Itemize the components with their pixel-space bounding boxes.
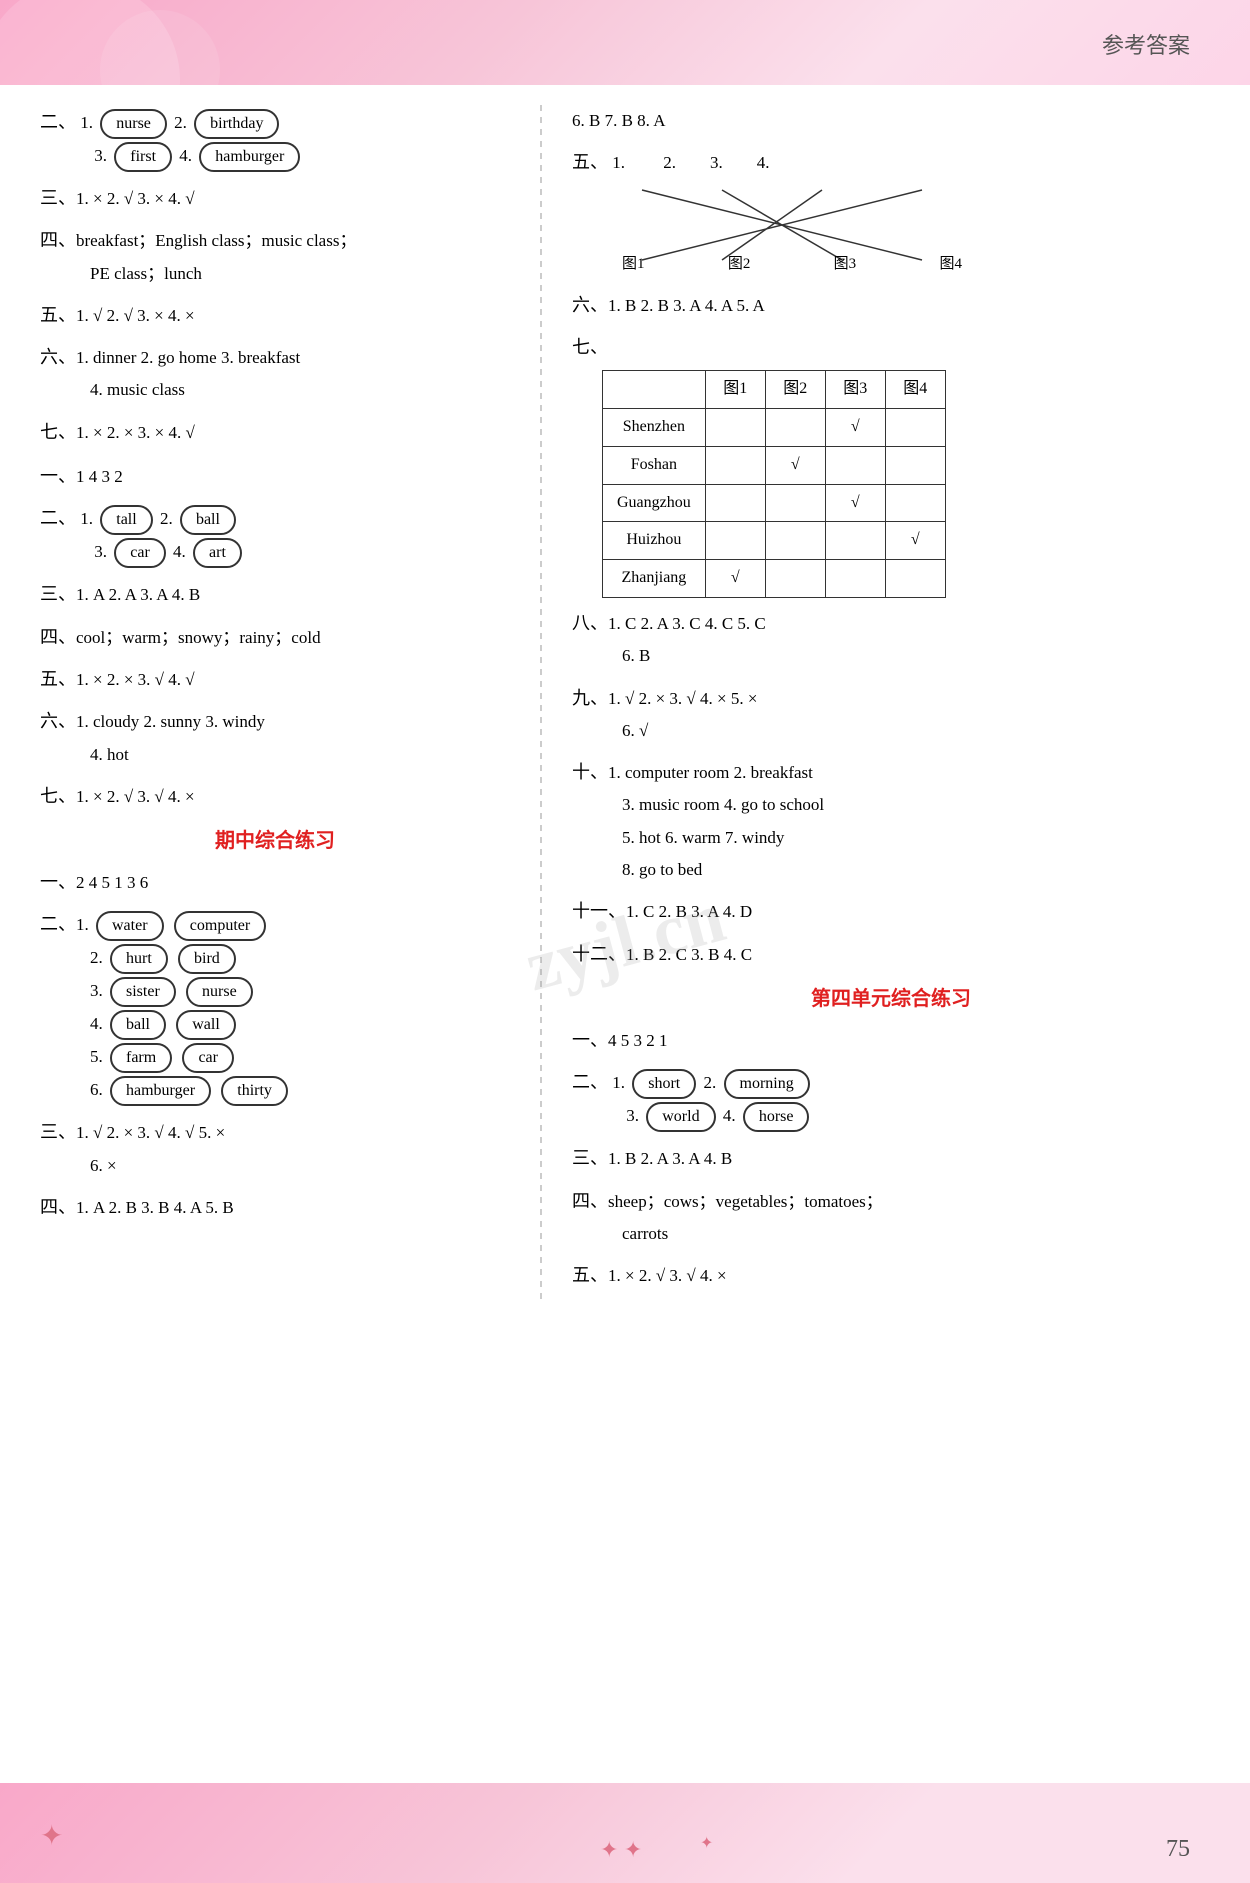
zq-section-3: 三、1. √ 2. × 3. √ 4. √ 5. × 6. × xyxy=(40,1115,510,1182)
column-divider xyxy=(540,105,542,1300)
top-banner: 参考答案 xyxy=(0,0,1250,85)
oval-first: first xyxy=(114,142,172,172)
t3-section-4: 四、cool；warm；snowy；rainy；cold xyxy=(40,620,510,654)
rs-section-ba: 八、1. C 2. A 3. C 4. C 5. C 6. B xyxy=(572,606,1210,673)
t4-section-5: 五、1. × 2. √ 3. √ 4. × xyxy=(572,1258,1210,1292)
page-number: 75 xyxy=(1166,1836,1190,1863)
t3-section-1: 一、1 4 3 2 xyxy=(40,459,510,493)
oval-art: art xyxy=(193,538,242,568)
num-2: 2. xyxy=(174,113,191,132)
left-column: 二、 1. nurse 2. birthday 3. first 4. hamb… xyxy=(40,105,530,1300)
t3-section-5: 五、1. × 2. × 3. √ 4. √ xyxy=(40,662,510,696)
table-row: Guangzhou √ xyxy=(603,484,946,522)
fig3-label: 图3 xyxy=(834,251,857,278)
t4-section-3: 三、1. B 2. A 3. A 4. B xyxy=(572,1141,1210,1175)
oval-birthday: birthday xyxy=(194,109,279,139)
answer-table-qi: 图1 图2 图3 图4 Shenzhen √ Foshan √ xyxy=(602,370,946,598)
title-midterm: 期中综合练习 xyxy=(40,823,510,859)
rs-section-shi: 十、1. computer room 2. breakfast 3. music… xyxy=(572,755,1210,886)
oval-ball: ball xyxy=(180,505,236,535)
t3-section-3: 三、1. A 2. A 3. A 4. B xyxy=(40,577,510,611)
section-4: 四、breakfast；English class；music class； P… xyxy=(40,223,510,290)
table-row: Zhanjiang √ xyxy=(603,560,946,598)
rs-section-liu: 六、1. B 2. B 3. A 4. A 5. A xyxy=(572,288,1210,322)
section-2-line2: 3. first 4. hamburger xyxy=(40,140,510,173)
section-6: 六、1. dinner 2. go home 3. breakfast 4. m… xyxy=(40,340,510,407)
zq-section-1: 一、2 4 5 1 3 6 xyxy=(40,865,510,899)
city-huizhou: Huizhou xyxy=(603,522,706,560)
bottom-arrow-right: ✦ xyxy=(700,1833,713,1853)
content-area: 二、 1. nurse 2. birthday 3. first 4. hamb… xyxy=(0,85,1250,1320)
bottom-arrow-left: ✦ xyxy=(40,1819,63,1853)
oval-horse: horse xyxy=(743,1102,810,1132)
t4-section-2: 二、 1. short 2. morning 3. world 4. horse xyxy=(572,1065,1210,1133)
oval-wall: wall xyxy=(176,1010,236,1040)
table-header-row: 图1 图2 图3 图4 xyxy=(603,371,946,409)
table-row: Shenzhen √ xyxy=(603,408,946,446)
city-zhanjiang: Zhanjiang xyxy=(603,560,706,598)
matching-diagram: 图1 图2 图3 图4 xyxy=(622,180,962,280)
oval-short: short xyxy=(632,1069,696,1099)
section-3-content: 三、1. × 2. √ 3. × 4. √ xyxy=(40,181,510,215)
rs-section-shi2: 十二、1. B 2. C 3. B 4. C xyxy=(572,937,1210,971)
num-1: 1. xyxy=(80,113,97,132)
header-reference-label: 参考答案 xyxy=(1102,28,1190,60)
section-2: 二、 1. nurse 2. birthday 3. first 4. hamb… xyxy=(40,105,510,173)
zq-section-4: 四、1. A 2. B 3. B 4. A 5. B xyxy=(40,1190,510,1224)
fig1-label: 图1 xyxy=(622,251,645,278)
matching-labels: 图1 图2 图3 图4 xyxy=(622,251,962,278)
fig4-label: 图4 xyxy=(939,251,962,278)
oval-morning: morning xyxy=(724,1069,810,1099)
zq-section-2: 二、1. water computer 2. hurt bird 3. sist… xyxy=(40,907,510,1107)
bottom-arrow-mid: ✦ ✦ xyxy=(600,1837,642,1863)
t4-section-4: 四、sheep；cows；vegetables；tomatoes； carrot… xyxy=(572,1184,1210,1251)
t4-section-1: 一、4 5 3 2 1 xyxy=(572,1023,1210,1057)
oval-water: water xyxy=(96,911,164,941)
fig2-label: 图2 xyxy=(728,251,751,278)
oval-computer: computer xyxy=(174,911,266,941)
rs-section-jiu: 九、1. √ 2. × 3. √ 4. × 5. × 6. √ xyxy=(572,681,1210,748)
col-fig4: 图4 xyxy=(885,371,945,409)
label-2: 二、 xyxy=(40,112,76,132)
oval-hamburger2: hamburger xyxy=(110,1076,211,1106)
oval-thirty: thirty xyxy=(221,1076,288,1106)
oval-world: world xyxy=(646,1102,715,1132)
section-5: 五、1. √ 2. √ 3. × 4. × xyxy=(40,298,510,332)
t3-section-7: 七、1. × 2. √ 3. √ 4. × xyxy=(40,779,510,813)
oval-sister: sister xyxy=(110,977,176,1007)
num-3: 3. xyxy=(94,146,111,165)
rs-section-1: 6. B 7. B 8. A xyxy=(572,105,1210,137)
t3-section-2: 二、 1. tall 2. ball 3. car 4. art xyxy=(40,501,510,569)
table-row: Foshan √ xyxy=(603,446,946,484)
col-fig3: 图3 xyxy=(825,371,885,409)
section-7: 七、1. × 2. × 3. × 4. √ xyxy=(40,415,510,449)
bottom-banner: 75 ✦ ✦ ✦ ✦ xyxy=(0,1783,1250,1883)
section-2-line1: 二、 1. nurse 2. birthday xyxy=(40,105,510,140)
t3-section-6: 六、1. cloudy 2. sunny 3. windy 4. hot xyxy=(40,704,510,771)
col-fig2: 图2 xyxy=(765,371,825,409)
oval-bird: bird xyxy=(178,944,236,974)
city-guangzhou: Guangzhou xyxy=(603,484,706,522)
oval-ball2: ball xyxy=(110,1010,166,1040)
col-city xyxy=(603,371,706,409)
city-shenzhen: Shenzhen xyxy=(603,408,706,446)
col-fig1: 图1 xyxy=(705,371,765,409)
num-4: 4. xyxy=(179,146,196,165)
oval-car: car xyxy=(114,538,166,568)
title-unit4: 第四单元综合练习 xyxy=(572,981,1210,1017)
oval-hamburger: hamburger xyxy=(199,142,300,172)
table-row: Huizhou √ xyxy=(603,522,946,560)
oval-tall: tall xyxy=(100,505,152,535)
oval-nurse2: nurse xyxy=(186,977,253,1007)
rs-section-wu: 五、 1. 2. 3. 4. 图1 图2 图3 图4 xyxy=(572,145,1210,279)
rs-section-shi1: 十一、1. C 2. B 3. A 4. D xyxy=(572,894,1210,928)
city-foshan: Foshan xyxy=(603,446,706,484)
oval-hurt: hurt xyxy=(110,944,168,974)
oval-car2: car xyxy=(182,1043,234,1073)
section-3: 三、1. × 2. √ 3. × 4. √ xyxy=(40,181,510,215)
oval-nurse: nurse xyxy=(100,109,167,139)
oval-farm: farm xyxy=(110,1043,172,1073)
right-column: 6. B 7. B 8. A 五、 1. 2. 3. 4. xyxy=(552,105,1210,1300)
rs-section-qi: 七、 图1 图2 图3 图4 Shenzhen √ F xyxy=(572,330,1210,598)
